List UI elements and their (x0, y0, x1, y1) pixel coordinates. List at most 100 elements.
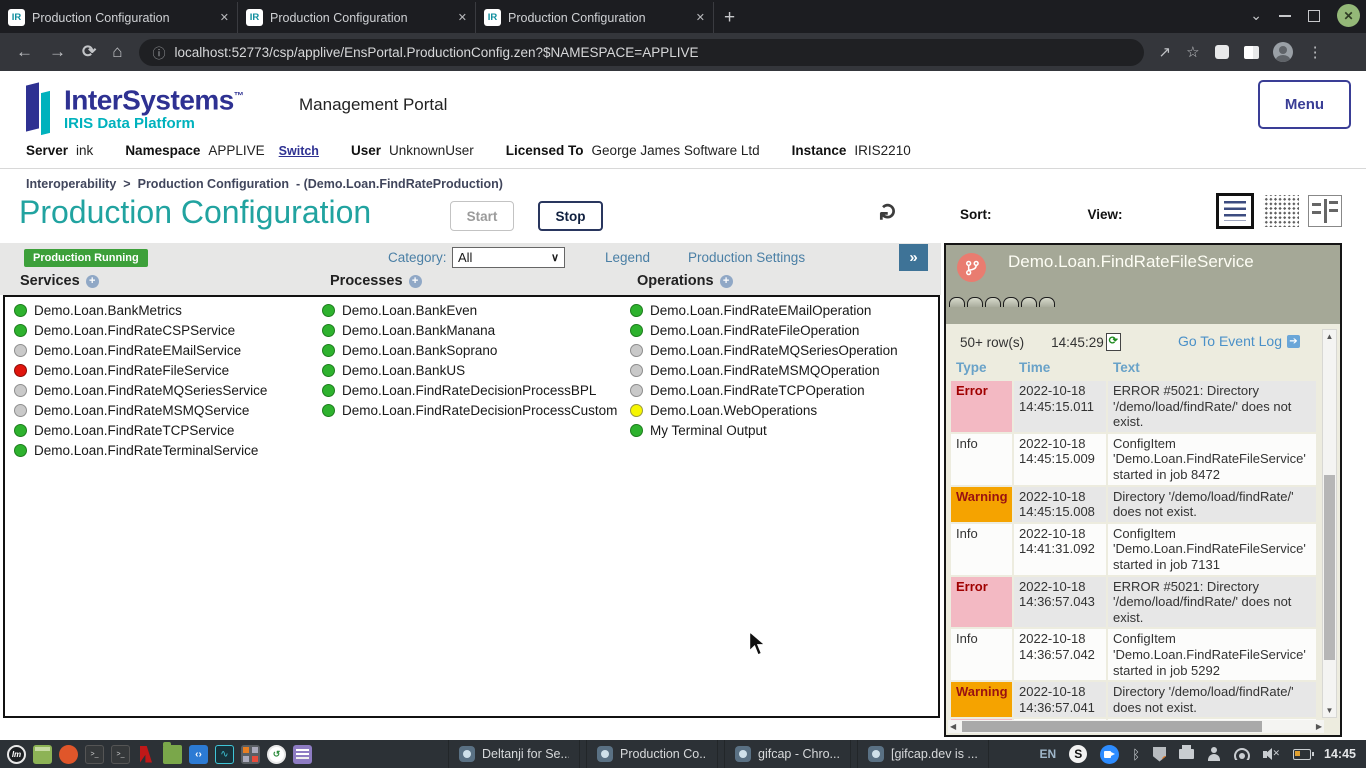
log-row[interactable]: Info 2022-10-1814:45:15.009 ConfigItem '… (951, 434, 1316, 485)
detail-tab[interactable] (967, 297, 983, 307)
grid-view-icon[interactable] (1263, 195, 1299, 227)
address-bar[interactable]: ⓘ localhost:52773/csp/applive/EnsPortal.… (139, 39, 1144, 66)
scroll-right-icon[interactable]: ▶ (1316, 722, 1322, 731)
process-item[interactable]: Demo.Loan.BankSoprano (322, 340, 617, 360)
production-settings-link[interactable]: Production Settings (688, 250, 805, 265)
service-item[interactable]: Demo.Loan.FindRateFileService (14, 360, 267, 380)
taskbar-window-button[interactable]: Deltanji for Se... (448, 740, 580, 768)
close-window-icon[interactable]: ✕ (1337, 4, 1360, 27)
backup-clock-icon[interactable]: ↺ (267, 745, 286, 764)
add-operation-icon[interactable]: + (720, 275, 733, 288)
horizontal-scrollbar[interactable]: ◀ ▶ (948, 720, 1324, 733)
terminal-alt-icon[interactable]: >_ (111, 745, 130, 764)
zoom-tray-icon[interactable] (1100, 745, 1119, 764)
time-column-header[interactable]: Time (1019, 360, 1111, 375)
service-item[interactable]: Demo.Loan.FindRateMSMQService (14, 400, 267, 420)
terminal-icon[interactable]: >_ (85, 745, 104, 764)
vscode-icon[interactable]: ‹› (189, 745, 208, 764)
taskbar-clock[interactable]: 14:45 (1324, 747, 1356, 761)
calculator-icon[interactable] (241, 745, 260, 764)
notes-icon[interactable] (293, 745, 312, 764)
tab-search-icon[interactable]: ⌄ (1250, 7, 1262, 24)
log-row[interactable]: Warning 2022-10-1814:45:15.008 Directory… (951, 487, 1316, 522)
log-row[interactable]: Error 2022-10-1814:45:15.011 ERROR #5021… (951, 381, 1316, 432)
taskbar-window-button[interactable]: gifcap - Chro... (724, 740, 851, 768)
service-item[interactable]: Demo.Loan.FindRateTerminalService (14, 440, 267, 460)
expand-panel-button[interactable]: » (899, 244, 928, 271)
sort-option[interactable] (1034, 213, 1046, 217)
taskbar-window-button[interactable]: [gifcap.dev is ... (857, 740, 989, 768)
vertical-scrollbar[interactable]: ▲ ▼ (1322, 329, 1337, 718)
scroll-left-icon[interactable]: ◀ (950, 722, 956, 731)
forward-icon[interactable]: → (49, 42, 66, 62)
sort-option[interactable] (1059, 213, 1071, 217)
keyboard-layout-indicator[interactable]: EN (1040, 747, 1057, 761)
process-item[interactable]: Demo.Loan.FindRateDecisionProcessCustom (322, 400, 617, 420)
printer-icon[interactable] (1179, 749, 1194, 759)
mint-menu-icon[interactable]: lm (7, 745, 26, 764)
sort-option[interactable] (1009, 213, 1021, 217)
new-tab-button[interactable]: + (724, 7, 735, 29)
volume-muted-icon[interactable] (1263, 748, 1280, 761)
log-row[interactable]: Error 2022-10-1814:36:57.043 ERROR #5021… (951, 577, 1316, 628)
serial-terminal-icon[interactable]: ∿ (215, 745, 234, 764)
home-icon[interactable]: ⌂ (112, 42, 122, 62)
service-item[interactable]: Demo.Loan.FindRateEMailService (14, 340, 267, 360)
bookmark-star-icon[interactable]: ☆ (1186, 43, 1199, 61)
detail-tab[interactable] (1021, 297, 1037, 307)
orange-app-icon[interactable] (59, 745, 78, 764)
detail-tab[interactable] (1039, 297, 1055, 307)
split-view-icon[interactable] (1308, 195, 1342, 227)
red-app-icon[interactable] (137, 745, 156, 764)
auto-refresh-icon[interactable]: ⟳ (1106, 333, 1121, 351)
stop-button[interactable]: Stop (538, 201, 603, 231)
operation-item[interactable]: Demo.Loan.FindRateMSMQOperation (630, 360, 898, 380)
text-column-header[interactable]: Text (1113, 360, 1321, 375)
operation-item[interactable]: Demo.Loan.FindRateTCPOperation (630, 380, 898, 400)
process-item[interactable]: Demo.Loan.BankEven (322, 300, 617, 320)
back-icon[interactable]: ← (16, 42, 33, 62)
operation-item[interactable]: Demo.Loan.FindRateEMailOperation (630, 300, 898, 320)
restore-icon[interactable] (1308, 10, 1320, 22)
log-row[interactable]: Info 2022-10-1814:41:31.092 ConfigItem '… (951, 524, 1316, 575)
service-item[interactable]: Demo.Loan.FindRateTCPService (14, 420, 267, 440)
browser-menu-icon[interactable]: ⋮ (1308, 43, 1323, 61)
bluetooth-icon[interactable]: ᛒ (1132, 747, 1140, 762)
browser-tab[interactable]: IR Production Configuration ✕ (476, 2, 714, 33)
browser-tab[interactable]: IR Production Configuration ✕ (0, 2, 238, 33)
service-item[interactable]: Demo.Loan.FindRateCSPService (14, 320, 267, 340)
browser-tab[interactable]: IR Production Configuration ✕ (238, 2, 476, 33)
start-button[interactable]: Start (450, 201, 514, 231)
minimize-icon[interactable] (1279, 15, 1291, 17)
go-to-event-log-link[interactable]: Go To Event Log ➔ (1178, 333, 1300, 349)
skype-tray-icon[interactable]: S (1069, 745, 1087, 763)
extensions-icon[interactable] (1215, 45, 1229, 59)
operation-item[interactable]: My Terminal Output (630, 420, 898, 440)
add-process-icon[interactable]: + (409, 275, 422, 288)
scroll-down-icon[interactable]: ▼ (1323, 706, 1336, 715)
operation-item[interactable]: Demo.Loan.WebOperations (630, 400, 898, 420)
process-item[interactable]: Demo.Loan.BankUS (322, 360, 617, 380)
taskbar-window-button[interactable]: Production Co... (586, 740, 718, 768)
side-panel-icon[interactable] (1244, 46, 1259, 59)
switch-link[interactable]: Switch (279, 144, 319, 158)
tab-close-icon[interactable]: ✕ (696, 11, 705, 24)
profile-avatar[interactable] (1273, 42, 1293, 62)
service-item[interactable]: Demo.Loan.BankMetrics (14, 300, 267, 320)
tab-close-icon[interactable]: ✕ (458, 11, 467, 24)
detail-tab[interactable] (949, 297, 965, 307)
share-icon[interactable]: ↗ (1159, 43, 1172, 61)
tab-close-icon[interactable]: ✕ (220, 11, 229, 24)
battery-icon[interactable] (1293, 749, 1311, 760)
service-item[interactable]: Demo.Loan.FindRateMQSeriesService (14, 380, 267, 400)
type-column-header[interactable]: Type (951, 360, 1017, 375)
breadcrumb-root[interactable]: Interoperability (26, 177, 116, 191)
process-item[interactable]: Demo.Loan.BankManana (322, 320, 617, 340)
log-row[interactable]: Warning 2022-10-1814:36:57.041 Directory… (951, 682, 1316, 717)
add-service-icon[interactable]: + (86, 275, 99, 288)
log-row[interactable]: Info 2022-10-1814:36:57.042 ConfigItem '… (951, 629, 1316, 680)
update-shield-icon[interactable] (1153, 747, 1166, 762)
user-applet-icon[interactable] (1207, 747, 1221, 761)
detail-tab[interactable] (985, 297, 1001, 307)
legend-link[interactable]: Legend (605, 250, 650, 265)
